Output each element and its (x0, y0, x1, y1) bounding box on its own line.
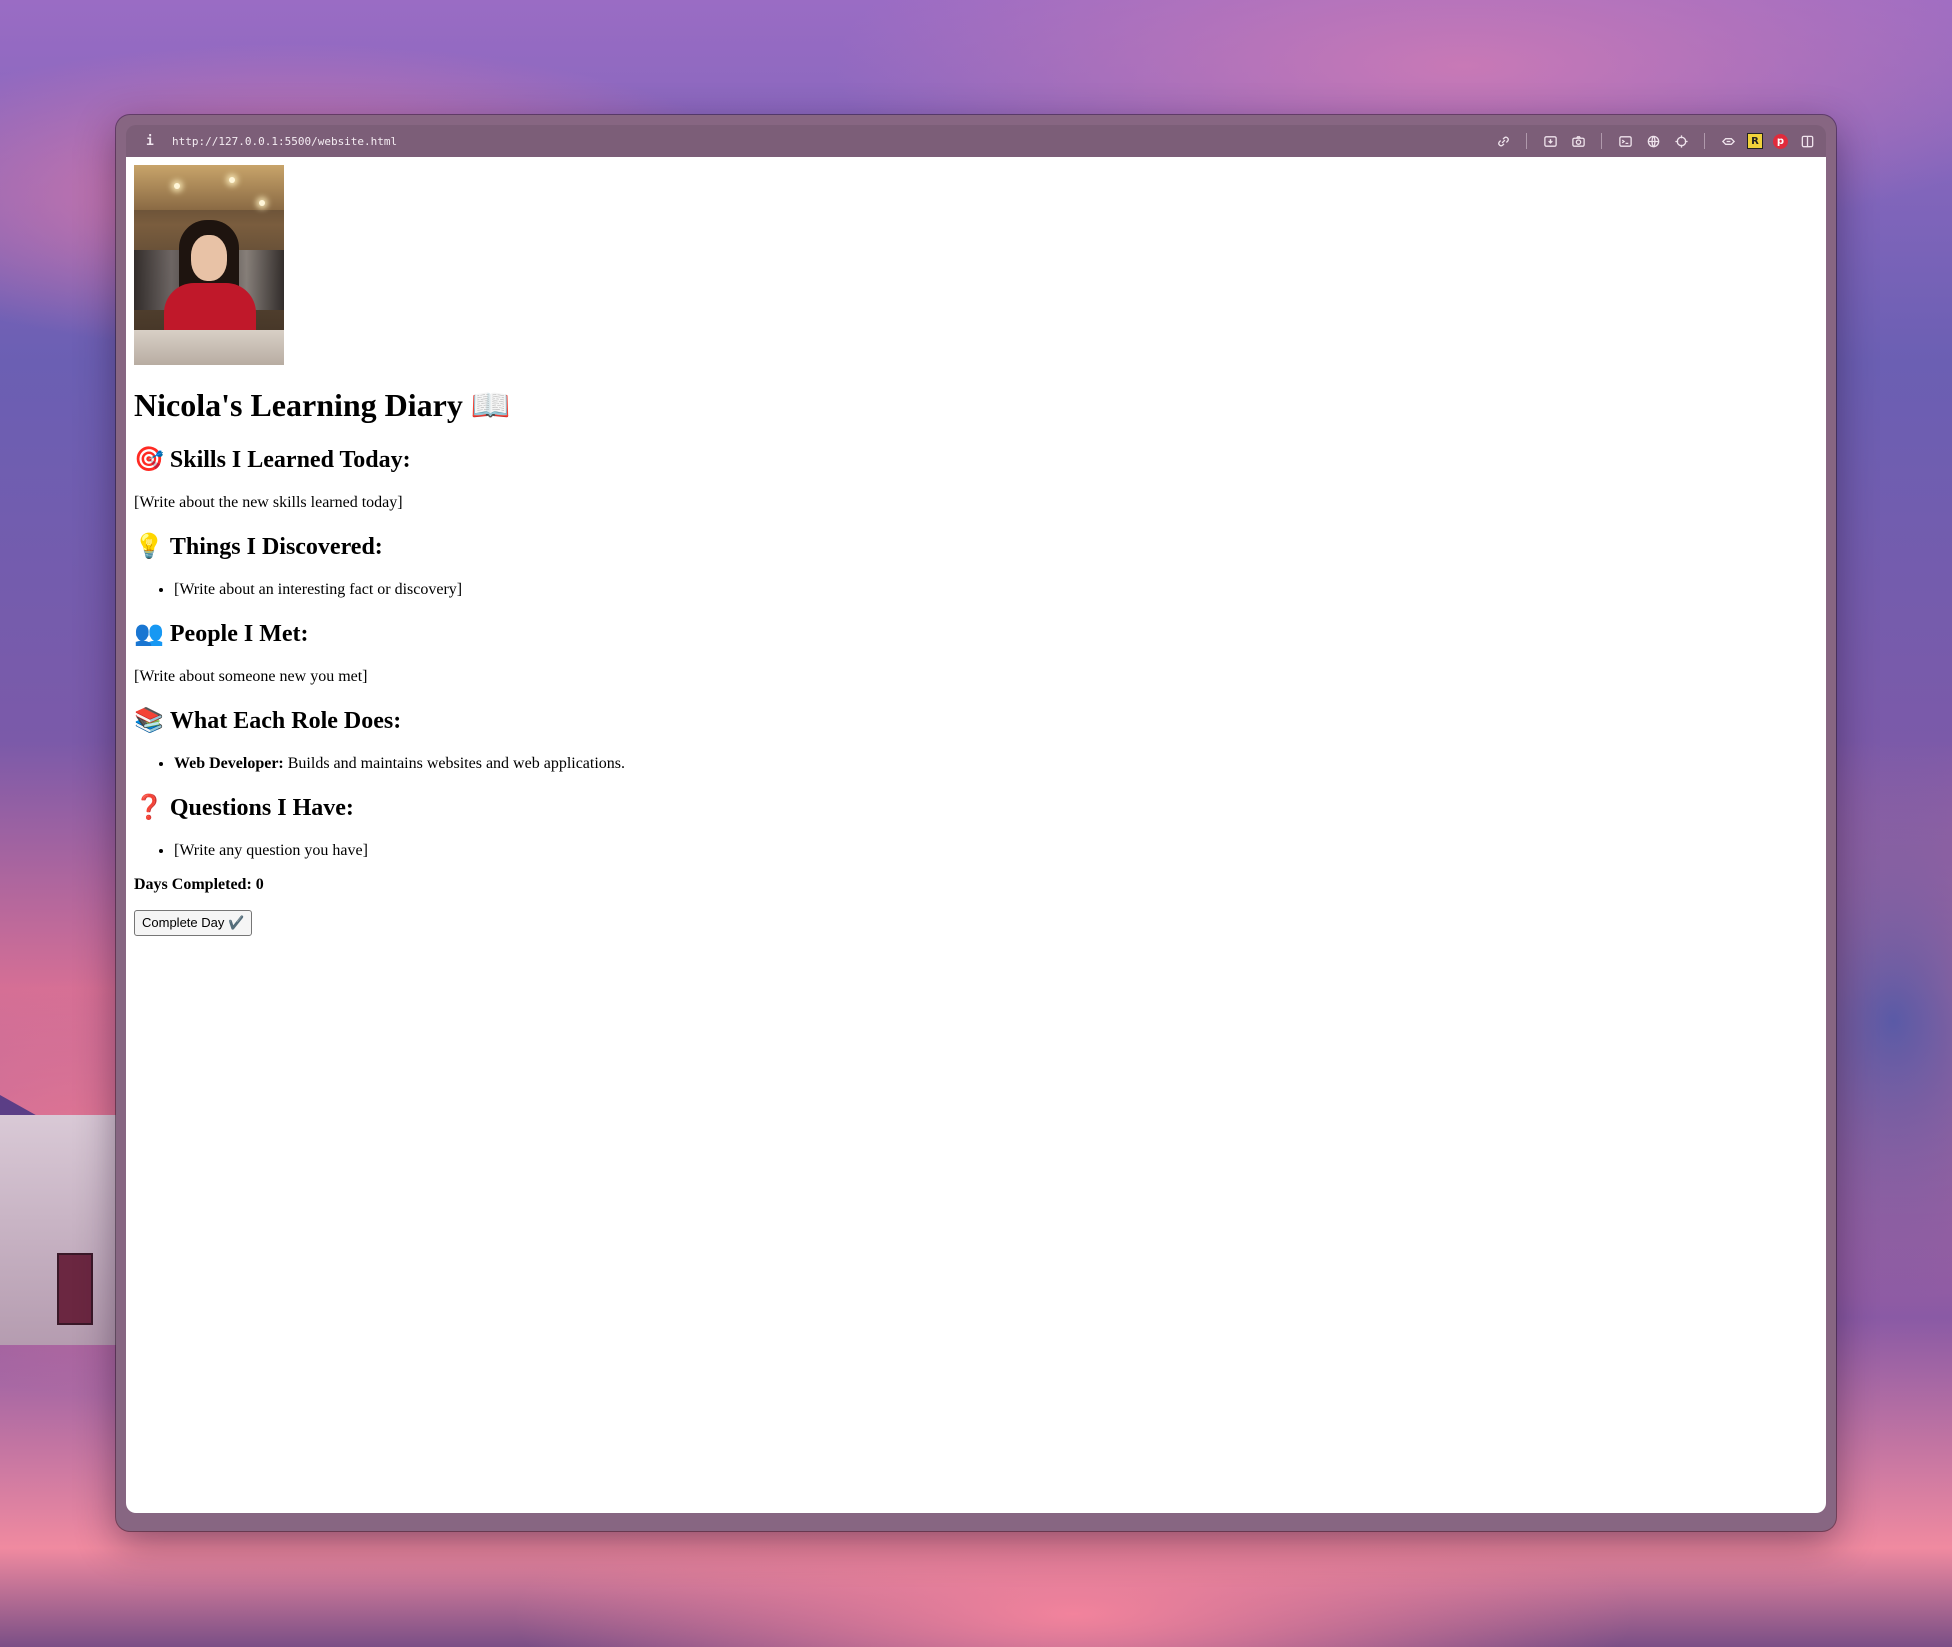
questions-heading-text: Questions I Have: (169, 795, 354, 821)
people-icon: 👥 (134, 619, 164, 647)
roles-list: Web Developer: Builds and maintains webs… (134, 755, 1814, 773)
role-name: Web Developer: (174, 755, 284, 772)
r-badge-icon[interactable]: R (1747, 133, 1763, 149)
days-completed: Days Completed: 0 (134, 876, 1814, 894)
profile-photo (134, 165, 284, 365)
skills-text: [Write about the new skills learned toda… (134, 494, 403, 511)
photo-table (134, 330, 284, 365)
camera-icon[interactable] (1569, 132, 1587, 150)
people-heading: 👥 People I Met: (134, 619, 1814, 648)
page-viewport: Nicola's Learning Diary 📖 🎯 Skills I Lear… (126, 157, 1826, 1513)
browser-toolbar: i http://127.0.0.1:5500/website.html R p (126, 125, 1826, 157)
photo-lamp (174, 183, 180, 189)
info-icon[interactable]: i (146, 134, 160, 149)
browser-window: i http://127.0.0.1:5500/website.html R p… (116, 115, 1836, 1531)
split-view-icon[interactable] (1798, 132, 1816, 150)
target-icon: 🎯 (134, 445, 164, 473)
toolbar-separator (1526, 133, 1527, 149)
questions-heading: ❓ Questions I Have: (134, 793, 1814, 822)
page-content: Nicola's Learning Diary 📖 🎯 Skills I Lear… (134, 165, 1814, 936)
days-completed-label: Days Completed: (134, 876, 252, 893)
crosshair-icon[interactable] (1672, 132, 1690, 150)
pinterest-icon[interactable]: p (1773, 133, 1788, 149)
page-title-text: Nicola's Learning Diary (134, 387, 463, 423)
discovered-list: [Write about an interesting fact or disc… (134, 581, 1814, 599)
photo-face (191, 235, 227, 281)
books-icon: 📚 (134, 706, 164, 734)
link-icon[interactable] (1494, 132, 1512, 150)
list-item: [Write about an interesting fact or disc… (174, 581, 1814, 599)
lightbulb-icon: 💡 (134, 532, 164, 560)
skills-heading: 🎯 Skills I Learned Today: (134, 445, 1814, 474)
screenshot-icon[interactable] (1541, 132, 1559, 150)
roles-heading: 📚 What Each Role Does: (134, 706, 1814, 735)
globe-icon[interactable] (1644, 132, 1662, 150)
skills-heading-text: Skills I Learned Today: (169, 447, 411, 473)
discovered-heading-text: Things I Discovered: (169, 534, 383, 560)
people-heading-text: People I Met: (169, 621, 309, 647)
people-text: [Write about someone new you met] (134, 668, 368, 685)
photo-lamp (259, 200, 265, 206)
questions-list: [Write any question you have] (134, 842, 1814, 860)
backdrop-house-door (57, 1253, 93, 1325)
extension-icon[interactable] (1719, 132, 1737, 150)
list-item: [Write any question you have] (174, 842, 1814, 860)
role-description: Builds and maintains websites and web ap… (287, 755, 626, 772)
photo-lamp (229, 177, 235, 183)
toolbar-separator (1601, 133, 1602, 149)
toolbar-icons: R p (1494, 132, 1816, 150)
days-completed-value: 0 (255, 876, 264, 893)
toolbar-separator (1704, 133, 1705, 149)
complete-day-button[interactable]: Complete Day ✔️ (134, 910, 253, 936)
question-mark-icon: ❓ (134, 793, 164, 821)
terminal-icon[interactable] (1616, 132, 1634, 150)
roles-heading-text: What Each Role Does: (169, 708, 402, 734)
address-bar-url[interactable]: http://127.0.0.1:5500/website.html (172, 135, 397, 148)
page-title: Nicola's Learning Diary 📖 (134, 387, 1814, 424)
list-item: Web Developer: Builds and maintains webs… (174, 755, 1814, 773)
discovered-heading: 💡 Things I Discovered: (134, 532, 1814, 561)
open-book-icon: 📖 (470, 386, 511, 424)
